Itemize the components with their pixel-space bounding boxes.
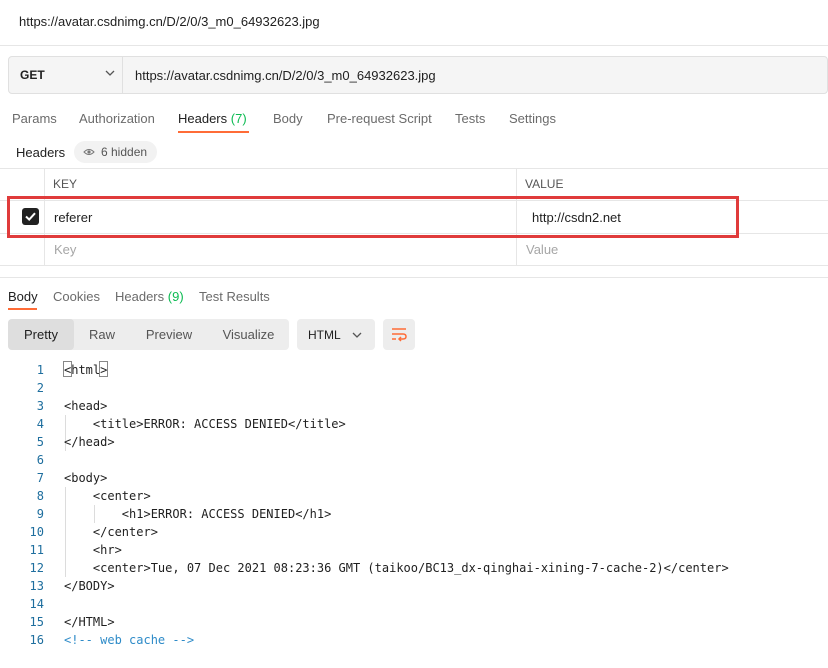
chevron-down-icon <box>352 332 362 338</box>
view-mode-preview[interactable]: Preview <box>130 319 208 350</box>
language-label: HTML <box>308 328 341 342</box>
table-divider <box>0 265 828 266</box>
line-number: 2 <box>36 381 44 395</box>
code-line: 7 <body> <box>0 469 828 487</box>
code-text: <body> <box>64 471 108 485</box>
view-mode-pretty[interactable]: Pretty <box>8 319 74 350</box>
line-number: 12 <box>29 561 44 575</box>
code-line: 13 </BODY> <box>0 577 828 595</box>
response-tab-headers[interactable]: Headers (9) <box>115 289 184 304</box>
line-number: 11 <box>29 543 44 557</box>
language-select[interactable]: HTML <box>297 319 375 350</box>
request-bar: GET https://avatar.csdnimg.cn/D/2/0/3_m0… <box>8 56 828 94</box>
tab-params[interactable]: Params <box>12 111 57 126</box>
eye-icon <box>83 149 95 155</box>
highlight-box <box>7 196 739 238</box>
active-tab-indicator <box>178 131 249 133</box>
line-number: 6 <box>36 453 44 467</box>
line-number: 10 <box>29 525 44 539</box>
line-number: 9 <box>36 507 44 521</box>
tab-tests[interactable]: Tests <box>455 111 485 126</box>
column-header-value: VALUE <box>525 177 564 191</box>
code-text: <hr> <box>64 543 122 557</box>
code-text: <center> <box>64 489 151 503</box>
code-line: 9 <h1>ERROR: ACCESS DENIED</h1> <box>0 505 828 523</box>
wrap-lines-icon <box>392 328 407 342</box>
chevron-down-icon <box>105 70 115 76</box>
new-value-input[interactable]: Value <box>526 242 558 257</box>
request-title[interactable]: https://avatar.csdnimg.cn/D/2/0/3_m0_649… <box>19 14 320 29</box>
bracket-match <box>99 361 108 377</box>
response-tab-cookies[interactable]: Cookies <box>53 289 100 304</box>
tab-headers-count: (7) <box>230 111 247 126</box>
line-number: 5 <box>36 435 44 449</box>
tab-headers[interactable]: Headers (7) <box>178 111 247 126</box>
tab-headers-label: Headers <box>178 111 228 126</box>
headers-section-label: Headers <box>16 145 66 160</box>
line-number: 15 <box>29 615 44 629</box>
line-number: 4 <box>36 417 44 431</box>
view-mode-visualize[interactable]: Visualize <box>208 319 289 350</box>
code-text: </center> <box>64 525 158 539</box>
tab-pre-request-script[interactable]: Pre-request Script <box>327 111 432 126</box>
tab-authorization[interactable]: Authorization <box>79 111 155 126</box>
line-number: 7 <box>36 471 44 485</box>
method-label: GET <box>20 68 45 82</box>
code-line: 8 <center> <box>0 487 828 505</box>
active-response-tab-indicator <box>8 308 37 310</box>
code-text: </BODY> <box>64 579 115 593</box>
code-line: 15 </HTML> <box>0 613 828 631</box>
view-mode-raw[interactable]: Raw <box>74 319 130 350</box>
code-line: 14 <box>0 595 828 613</box>
code-line: 10 </center> <box>0 523 828 541</box>
line-number: 1 <box>36 363 44 377</box>
code-line: 1 <html> <box>0 361 828 379</box>
method-select[interactable]: GET <box>9 57 123 93</box>
line-number: 8 <box>36 489 44 503</box>
tab-title-bar: https://avatar.csdnimg.cn/D/2/0/3_m0_649… <box>0 0 828 46</box>
code-line: 11 <hr> <box>0 541 828 559</box>
code-line: 6 <box>0 451 828 469</box>
code-text: </HTML> <box>64 615 115 629</box>
code-text: <head> <box>64 399 108 413</box>
code-line: 2 <box>0 379 828 397</box>
new-key-input[interactable]: Key <box>54 242 76 257</box>
code-text: </head> <box>64 435 115 449</box>
code-text: <title>ERROR: ACCESS DENIED</title> <box>64 417 346 431</box>
response-tab-body[interactable]: Body <box>8 289 38 304</box>
code-text: <h1>ERROR: ACCESS DENIED</h1> <box>64 507 332 521</box>
bracket-match <box>63 361 72 377</box>
table-divider <box>0 168 828 169</box>
column-header-key: KEY <box>53 177 78 191</box>
response-tabs: Body Cookies Headers (9) Test Results <box>0 284 828 314</box>
code-line: 4 <title>ERROR: ACCESS DENIED</title> <box>0 415 828 433</box>
code-comment: <!-- web cache --> <box>64 633 195 647</box>
code-line: 5 </head> <box>0 433 828 451</box>
view-mode-selector: Pretty Raw Preview Visualize <box>8 319 289 350</box>
response-tab-test-results[interactable]: Test Results <box>199 289 270 304</box>
response-tab-headers-label: Headers <box>115 289 165 304</box>
tab-body[interactable]: Body <box>273 111 303 126</box>
url-input[interactable]: https://avatar.csdnimg.cn/D/2/0/3_m0_649… <box>135 68 436 83</box>
hidden-count: 6 hidden <box>101 145 148 159</box>
code-line: 12 <center>Tue, 07 Dec 2021 08:23:36 GMT… <box>0 559 828 577</box>
code-line: 16 <!-- web cache --> <box>0 631 828 649</box>
line-number: 13 <box>29 579 44 593</box>
hidden-headers-toggle[interactable]: 6 hidden <box>74 141 157 163</box>
line-number: 3 <box>36 399 44 413</box>
wrap-lines-button[interactable] <box>383 319 415 350</box>
request-tabs: Params Authorization Headers (7) Body Pr… <box>0 106 828 134</box>
tab-settings[interactable]: Settings <box>509 111 556 126</box>
code-text: <center>Tue, 07 Dec 2021 08:23:36 GMT (t… <box>64 561 729 575</box>
response-divider <box>0 277 828 278</box>
line-number: 14 <box>29 597 44 611</box>
line-number: 16 <box>29 633 44 647</box>
response-tab-headers-count: (9) <box>167 289 184 304</box>
code-line: 3 <head> <box>0 397 828 415</box>
